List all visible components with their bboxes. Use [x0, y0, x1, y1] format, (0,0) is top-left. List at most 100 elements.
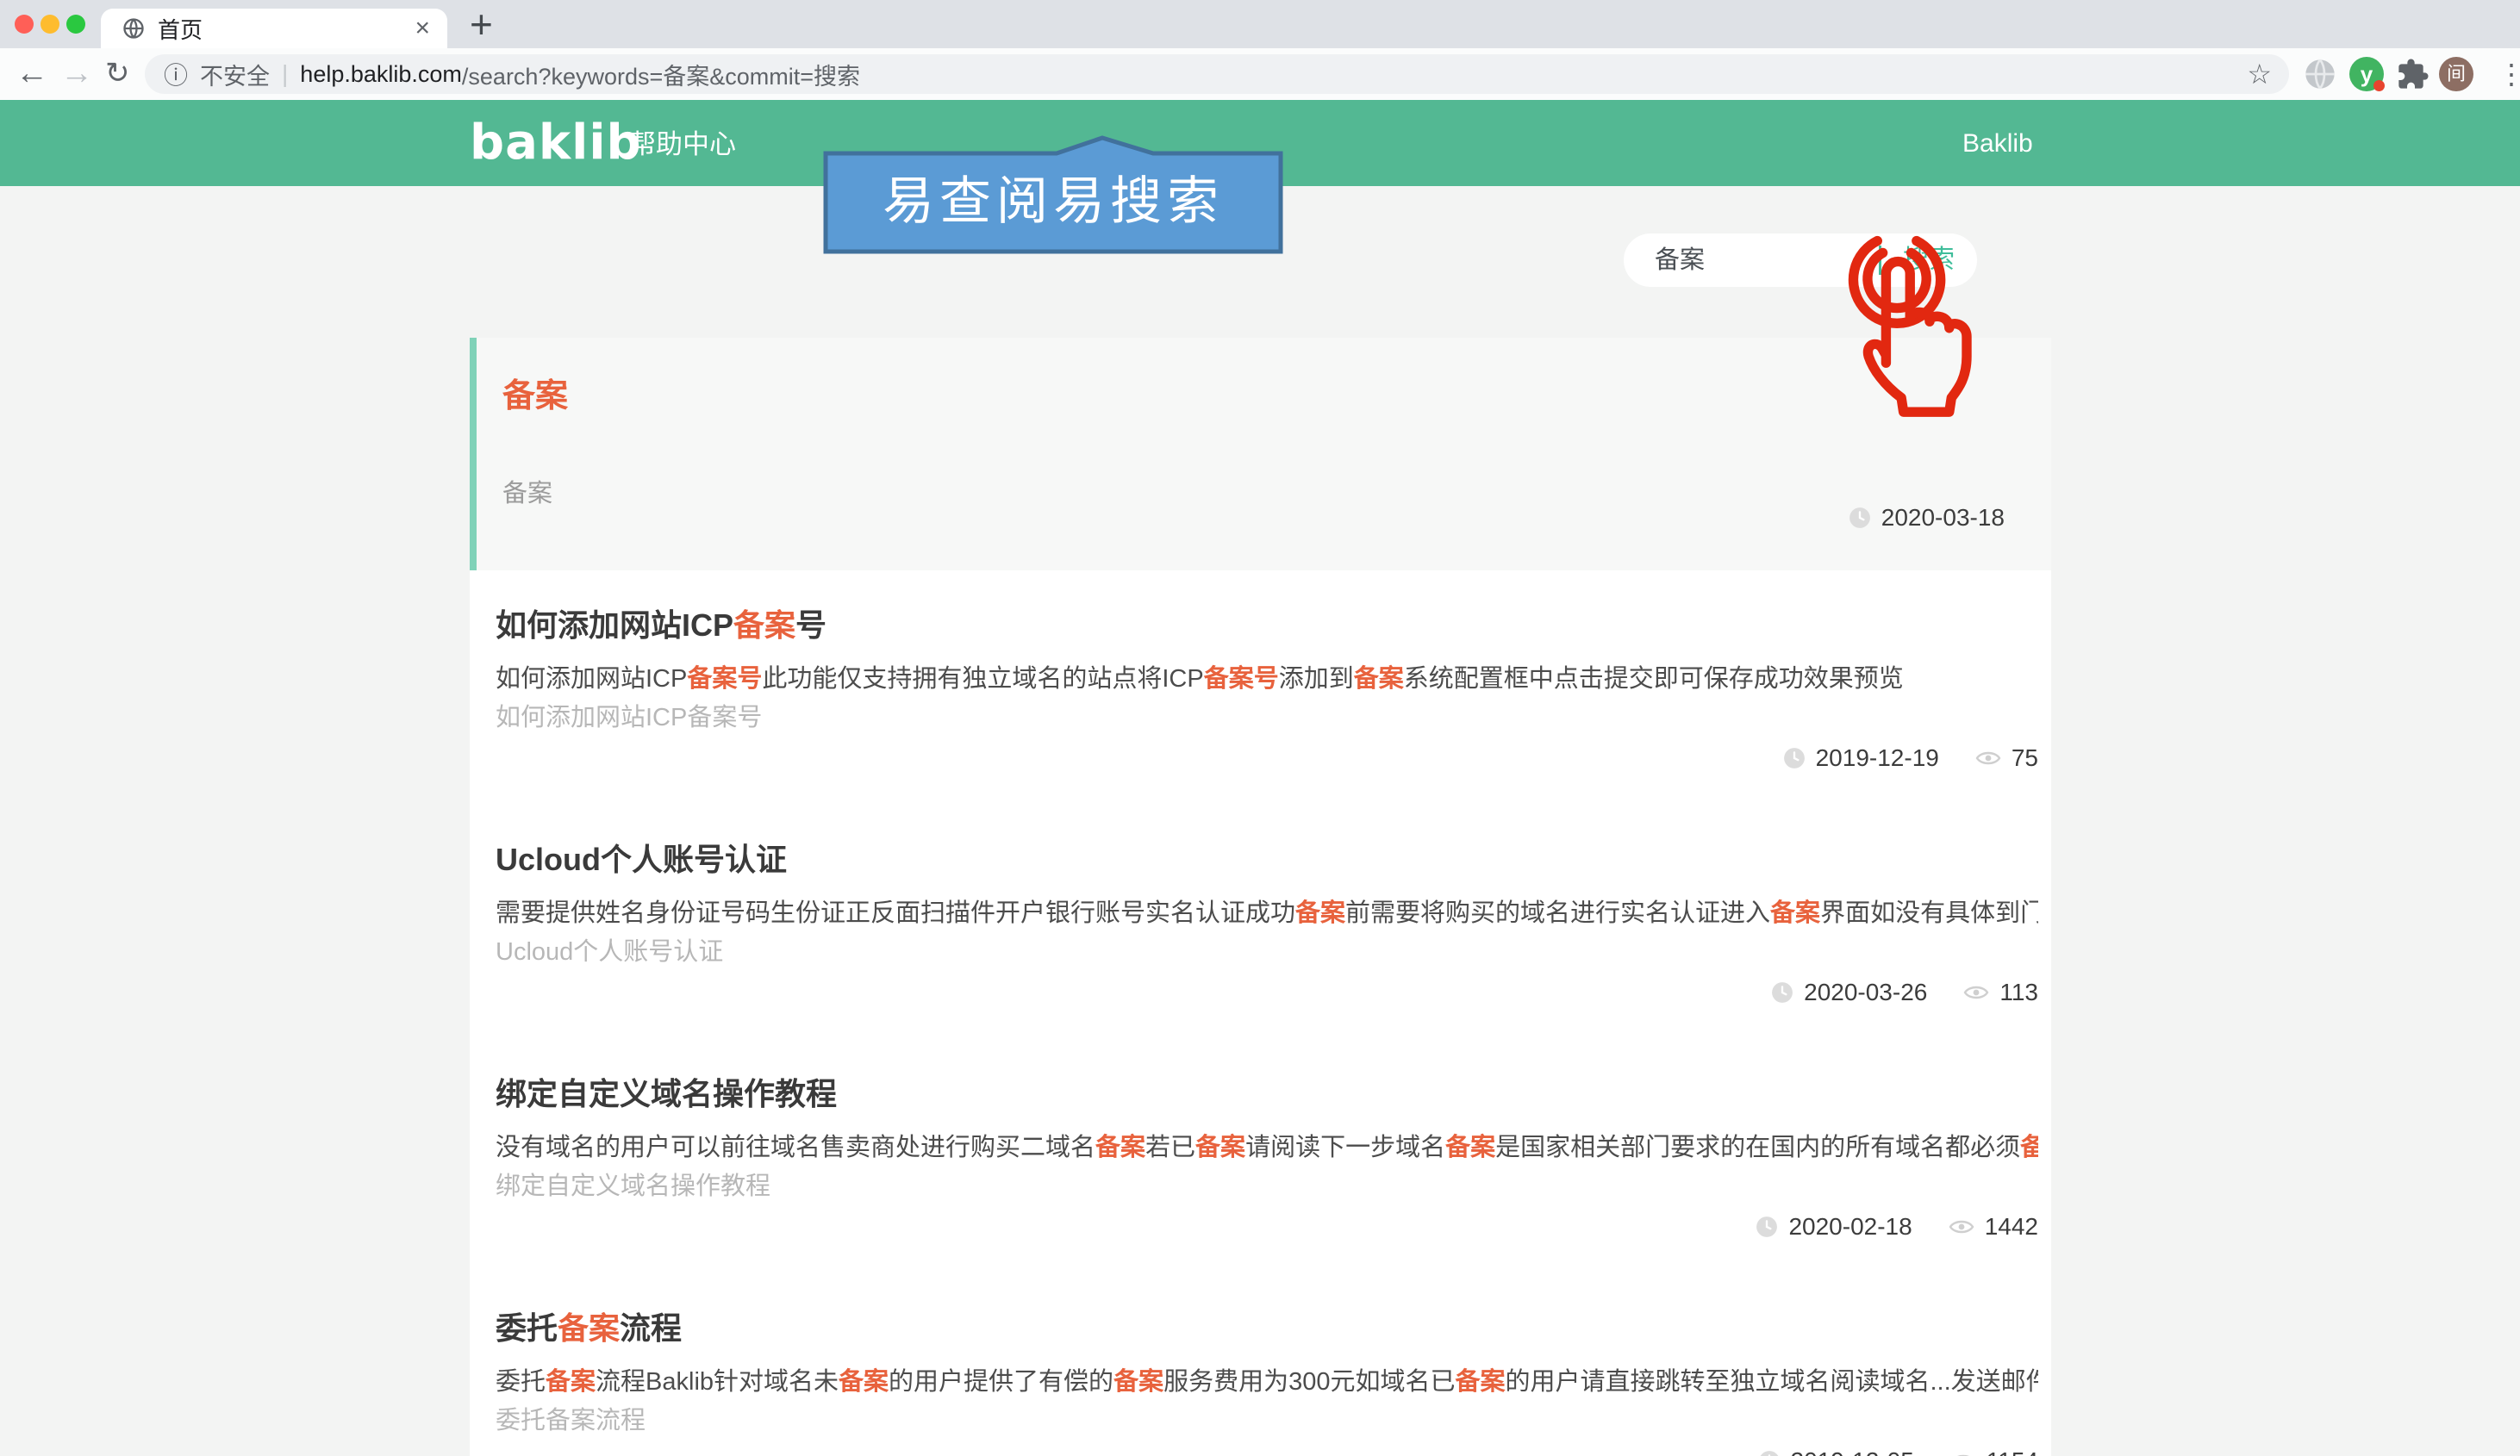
keyword-highlight: 备案 [2020, 1134, 2038, 1161]
y-extension-icon[interactable]: y [2349, 57, 2385, 91]
browser-toolbar: ← → ↻ ⓘ 不安全 | help.baklib.com /search?ke… [0, 48, 2520, 100]
baklib-logo[interactable]: baklib [470, 100, 642, 186]
result-item[interactable]: 委托备案流程 委托备案流程Baklib针对域名未备案的用户提供了有偿的备案服务费用… [470, 1273, 2051, 1456]
eye-icon [1949, 1220, 1974, 1234]
clock-icon [1756, 1216, 1778, 1237]
result-description: 委托备案流程Baklib针对域名未备案的用户提供了有偿的备案服务费用为300元如… [496, 1366, 2038, 1397]
keyword-highlight: 备案 [1095, 1134, 1146, 1161]
globe-favicon-icon [122, 16, 146, 40]
keyword-highlight: 备案 [546, 1368, 596, 1396]
text-segment: Ucloud个人账号认证 [496, 842, 787, 877]
keyword-highlight: 备案 [839, 1368, 889, 1396]
result-description: 备案 [502, 473, 2005, 509]
address-bar[interactable]: ⓘ 不安全 | help.baklib.com /search?keywords… [145, 54, 2289, 94]
globe-extension-icon[interactable] [2303, 57, 2337, 91]
callout-text: 易查阅易搜索 [883, 171, 1224, 232]
window-zoom-button[interactable] [66, 15, 85, 34]
bookmark-star-icon[interactable]: ☆ [2247, 58, 2272, 90]
result-title[interactable]: 备案 [502, 369, 2005, 416]
eye-icon [1963, 986, 1989, 999]
browser-tab-strip: 首页 × + [0, 0, 2520, 48]
result-description: 没有域名的用户可以前往域名售卖商处进行购买二域名备案若已备案请阅读下一步域名备案… [496, 1132, 2038, 1163]
text-segment: 若已 [1145, 1134, 1196, 1161]
window-close-button[interactable] [15, 15, 34, 34]
eye-icon [1975, 751, 2001, 765]
keyword-highlight: 备案 [558, 1310, 621, 1346]
url-path: /search?keywords=备案&commit=搜索 [461, 63, 861, 90]
keyword-highlight: 备案 [1353, 665, 1404, 693]
result-views: 75 [2011, 744, 2038, 771]
browser-tab[interactable]: 首页 × [101, 9, 447, 48]
clock-icon [1783, 748, 1805, 768]
profile-avatar[interactable]: 间 [2439, 57, 2473, 91]
text-segment: 界面如没有具体到门牌号...我们为... [1820, 899, 2038, 927]
result-description: 需要提供姓名身份证号码生份证正反面扫描件开户银行账号实名认证成功备案前需要将购买… [496, 898, 2038, 929]
result-title[interactable]: 如何添加网站ICP备案号 [496, 607, 2038, 644]
tab-title: 首页 [158, 16, 203, 43]
result-subtitle: 委托备案流程 [496, 1407, 646, 1434]
text-segment: 号 [795, 607, 827, 643]
text-segment: 如何添加网站ICP [496, 607, 734, 643]
text-segment: 流程Baklib针对域名未 [596, 1368, 839, 1396]
text-segment: 委托 [496, 1310, 558, 1346]
back-icon[interactable]: ← [16, 48, 48, 100]
result-date: 2020-03-26 [1804, 979, 1928, 1005]
notification-dot [2373, 80, 2385, 91]
url-domain: help.baklib.com [300, 60, 462, 87]
callout-banner: 易查阅易搜索 [823, 134, 1283, 254]
text-segment: 如何添加网站ICP [496, 665, 688, 693]
result-subtitle: Ucloud个人账号认证 [496, 938, 724, 966]
text-segment: 没有域名的用户可以前往域名售卖商处进行购买二域名 [496, 1134, 1096, 1161]
keyword-highlight: 备案 [1113, 1368, 1164, 1396]
text-segment: 系统配置框中点击提交即可保存成功效果预览 [1403, 665, 1904, 693]
result-subtitle: 如何添加网站ICP备案号 [496, 704, 763, 731]
result-item[interactable]: 如何添加网站ICP备案号 如何添加网站ICP备案号此功能仅支持拥有独立域名的站点将… [470, 570, 2051, 805]
result-description: 如何添加网站ICP备案号此功能仅支持拥有独立域名的站点将ICP备案号添加到备案系… [496, 663, 2038, 694]
extensions-puzzle-icon[interactable] [2396, 57, 2430, 91]
result-meta-row: 2020-03-18 [1849, 503, 2005, 532]
text-segment: 备案 [502, 480, 553, 507]
result-date: 2020-02-18 [1788, 1213, 1912, 1240]
keyword-highlight: 备案 [502, 378, 569, 414]
result-date: 2019-12-19 [1815, 744, 1939, 771]
keyword-highlight: 备案 [1770, 899, 1821, 927]
text-segment: 请阅读下一步域名 [1245, 1134, 1446, 1161]
result-card-selected[interactable]: 备案 备案 2020-03-18 [470, 338, 2051, 570]
window-minimize-button[interactable] [41, 15, 59, 34]
result-meta-row: 2019-12-05 1154 [496, 1447, 2038, 1456]
info-icon[interactable]: ⓘ [164, 57, 188, 91]
reload-icon[interactable]: ↻ [105, 48, 130, 100]
text-segment: 需要提供姓名身份证号码生份证正反面扫描件开户银行账号实名认证成功 [496, 899, 1296, 927]
result-meta-row: 2020-03-26 113 [496, 978, 2038, 1007]
result-subtitle: 绑定自定义域名操作教程 [496, 1173, 771, 1200]
result-title[interactable]: 绑定自定义域名操作教程 [496, 1075, 2038, 1113]
result-item[interactable]: Ucloud个人账号认证需要提供姓名身份证号码生份证正反面扫描件开户银行账号实名… [470, 805, 2051, 1039]
tab-close-icon[interactable]: × [415, 16, 430, 41]
y-extension-letter: y [2360, 61, 2373, 87]
text-segment: 流程 [620, 1310, 683, 1346]
tap-hand-annotation-icon [1848, 235, 1972, 417]
site-title: 帮助中心 [629, 129, 736, 159]
security-label: 不安全 [200, 63, 271, 90]
url-separator: | [282, 60, 289, 87]
forward-icon[interactable]: → [60, 48, 93, 100]
nav-link-baklib[interactable]: Baklib [1962, 100, 2033, 186]
browser-menu-icon[interactable]: ⋮ [2498, 55, 2520, 93]
result-item[interactable]: 绑定自定义域名操作教程 没有域名的用户可以前往域名售卖商处进行购买二域名备案若已备… [470, 1039, 2051, 1273]
result-date: 2019-12-05 [1791, 1447, 1914, 1456]
search-input[interactable]: 备案 [1655, 233, 1705, 287]
result-views: 113 [1999, 979, 2038, 1005]
new-tab-button[interactable]: + [470, 2, 493, 47]
result-views: 1442 [1984, 1213, 2038, 1240]
result-date: 2020-03-18 [1881, 504, 2005, 531]
result-title[interactable]: 委托备案流程 [496, 1310, 2038, 1347]
result-title[interactable]: Ucloud个人账号认证 [496, 841, 2038, 879]
text-segment: 服务费用为300元如域名已 [1163, 1368, 1456, 1396]
keyword-highlight: 备案 [1455, 1368, 1506, 1396]
clock-icon [1849, 507, 1870, 528]
result-views: 1154 [1987, 1447, 2038, 1456]
keyword-highlight: 备案号 [1203, 665, 1279, 693]
keyword-highlight: 备案 [733, 607, 796, 643]
text-segment: 绑定自定义域名操作教程 [496, 1076, 838, 1111]
screen: { "browser": { "tab_title": "首页", "secur… [0, 0, 2520, 1456]
